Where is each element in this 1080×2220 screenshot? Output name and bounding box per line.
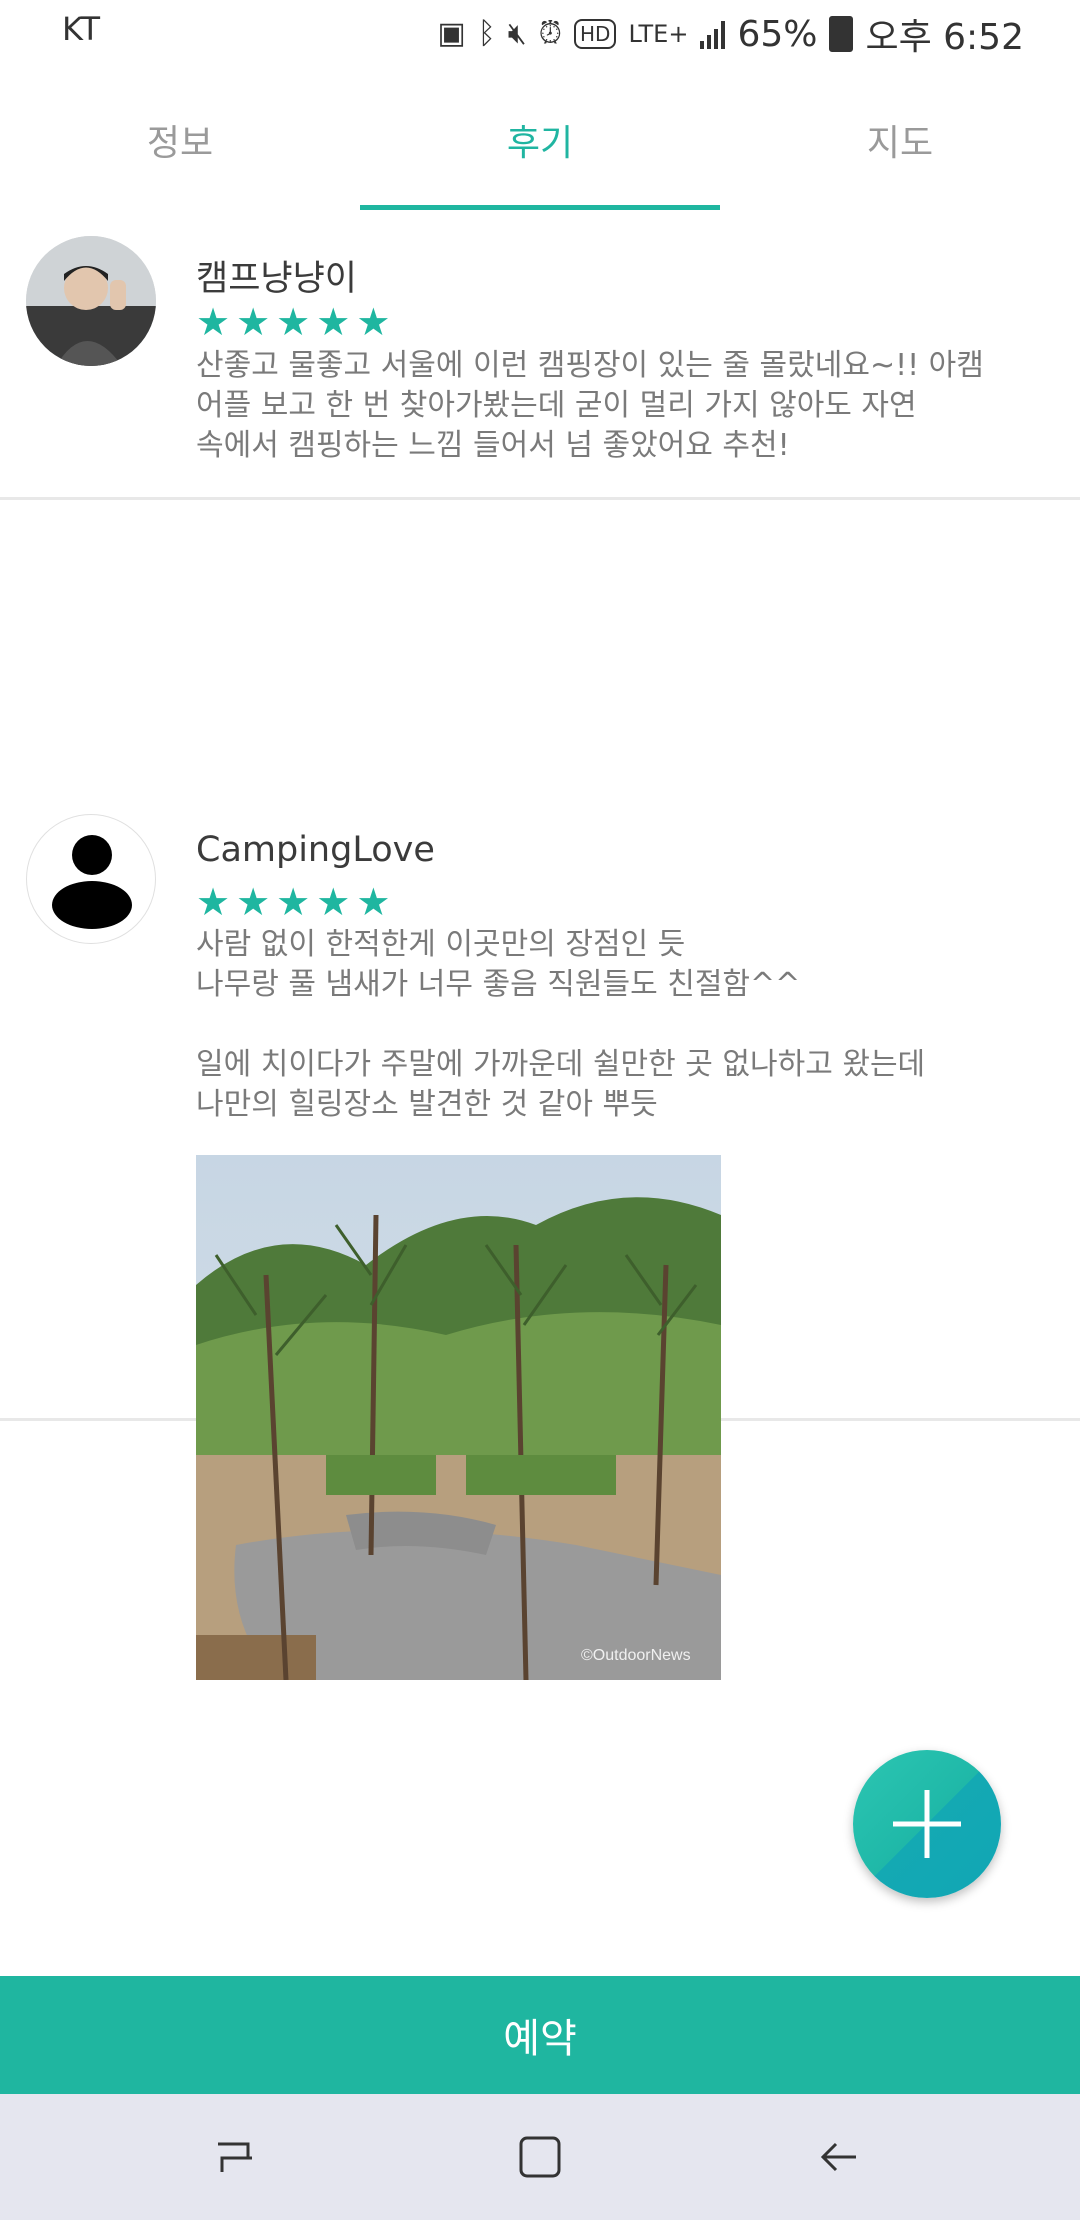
clock: 오후 6:52 — [865, 17, 1024, 58]
review-item: 캠프냥냥이 ★ ★ ★ ★ ★ 산좋고 물좋고 서울에 이런 캠핑장이 있는 줄… — [0, 210, 1080, 500]
review-text: 사람 없이 한적한게 이곳만의 장점인 듯 나무랑 풀 냄새가 너무 좋음 직원… — [196, 927, 926, 1122]
star-icon: ★ — [316, 880, 351, 924]
star-icon: ★ — [196, 300, 231, 344]
system-nav-bar — [0, 2094, 1080, 2220]
status-bar: KT ▣ ᛒ 🔇︎ ⏰︎ HD LTE+ 65% 오후 6:52 — [0, 0, 1080, 64]
star-icon: ★ — [196, 880, 231, 924]
star-icon: ★ — [356, 300, 391, 344]
back-icon[interactable] — [808, 2122, 878, 2192]
tab-bar: 정보 후기 지도 — [0, 88, 1080, 210]
battery-percent: 65% — [737, 13, 818, 55]
book-button[interactable]: 예약 — [0, 1976, 1080, 2094]
star-icon: ★ — [276, 880, 311, 924]
tab-map[interactable]: 지도 — [720, 88, 1080, 210]
review-photo[interactable]: ©OutdoorNews — [196, 1155, 721, 1680]
add-review-button[interactable] — [853, 1750, 1001, 1898]
reviewer-name: CampingLove — [196, 830, 435, 870]
plus-icon — [893, 1790, 961, 1858]
home-icon[interactable] — [505, 2122, 575, 2192]
bluetooth-icon: ᛒ — [477, 16, 496, 51]
user-avatar[interactable] — [26, 236, 156, 366]
user-photo — [26, 236, 156, 366]
mute-icon: 🔇︎ — [507, 16, 527, 51]
rating-stars: ★ ★ ★ ★ ★ — [196, 302, 390, 342]
star-icon: ★ — [236, 300, 271, 344]
carrier-label: KT — [62, 10, 101, 48]
signal-icon — [700, 19, 726, 49]
alarm-icon: ⏰︎ — [538, 16, 562, 51]
star-icon: ★ — [236, 880, 271, 924]
battery-saver-icon: ▣ — [437, 16, 466, 51]
network-type-label: LTE+ — [628, 20, 689, 48]
star-icon: ★ — [276, 300, 311, 344]
review-item: CampingLove ★ ★ ★ ★ ★ 사람 없이 한적한게 이곳만의 장점… — [0, 500, 1080, 1680]
tab-reviews[interactable]: 후기 — [360, 88, 720, 210]
default-avatar-icon[interactable] — [26, 814, 156, 944]
rating-stars: ★ ★ ★ ★ ★ — [196, 882, 390, 922]
review-list: 캠프냥냥이 ★ ★ ★ ★ ★ 산좋고 물좋고 서울에 이런 캠핑장이 있는 줄… — [0, 210, 1080, 1680]
hd-icon: HD — [574, 19, 617, 49]
review-text: 산좋고 물좋고 서울에 이런 캠핑장이 있는 줄 몰랐네요~!! 아캠 어플 보… — [196, 348, 984, 463]
recent-apps-icon[interactable] — [200, 2122, 270, 2192]
star-icon: ★ — [356, 880, 391, 924]
status-icons: ▣ ᛒ 🔇︎ ⏰︎ HD LTE+ 65% 오후 6:52 — [437, 8, 1024, 60]
tab-info[interactable]: 정보 — [0, 88, 360, 210]
photo-watermark: ©OutdoorNews — [581, 1647, 691, 1664]
reviewer-name: 캠프냥냥이 — [196, 259, 358, 299]
battery-icon — [829, 16, 854, 52]
star-icon: ★ — [316, 300, 351, 344]
